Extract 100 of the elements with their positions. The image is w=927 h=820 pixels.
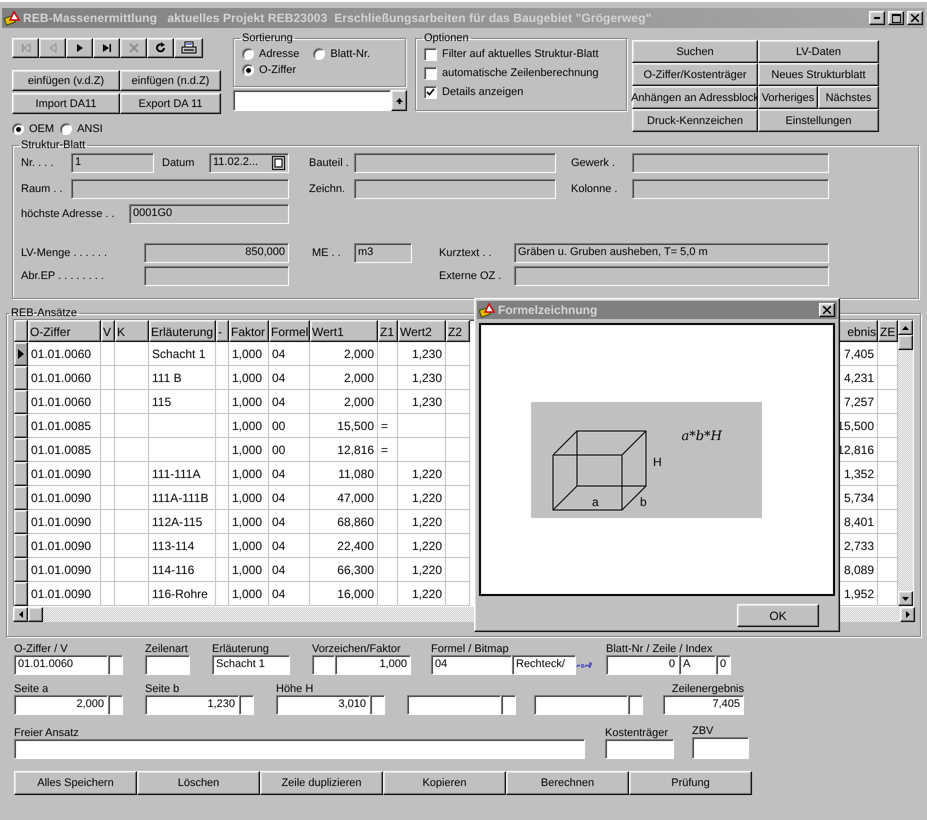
close-button[interactable] (819, 303, 835, 317)
row-header[interactable] (14, 534, 28, 558)
input-field[interactable]: 04 (431, 655, 512, 675)
footer-button[interactable]: Löschen (137, 771, 260, 795)
radio-button[interactable]: O-Ziffer (242, 62, 296, 78)
input-field[interactable] (632, 179, 829, 199)
column-header[interactable]: Wert2 (398, 320, 446, 342)
row-header[interactable] (14, 414, 28, 438)
row-header[interactable] (14, 462, 28, 486)
command-button[interactable]: O-Ziffer/Kostenträger (632, 63, 758, 86)
input-field[interactable]: 0 (716, 655, 731, 675)
input-field[interactable]: 1,230 (145, 695, 239, 715)
toolbar-button[interactable] (174, 38, 203, 58)
scroll-down-button[interactable] (898, 591, 913, 606)
toolbar-button[interactable] (66, 38, 93, 58)
footer-button[interactable]: Zeile duplizieren (260, 771, 383, 795)
row-header[interactable] (14, 486, 28, 510)
command-button[interactable]: Vorheriges (758, 86, 818, 109)
minimize-button[interactable] (869, 11, 885, 25)
scroll-left-button[interactable] (13, 607, 28, 622)
row-header[interactable] (14, 558, 28, 582)
input-field[interactable] (312, 655, 335, 675)
input-field[interactable]: Gräben u. Gruben ausheben, T= 5,0 m (514, 243, 829, 263)
column-header[interactable]: Faktor (229, 320, 269, 342)
combo-field[interactable] (233, 90, 391, 111)
input-field[interactable]: 0001G0 (129, 204, 289, 224)
input-field[interactable] (71, 179, 289, 199)
column-header[interactable]: K (115, 320, 149, 342)
footer-button[interactable]: Prüfung (629, 771, 752, 795)
close-button[interactable] (907, 11, 923, 25)
column-header[interactable]: - (216, 320, 229, 342)
row-header[interactable] (14, 390, 28, 414)
input-field[interactable] (534, 695, 628, 715)
input-field[interactable]: 850,000 (144, 243, 289, 263)
command-button[interactable]: Druck-Kennzeichen (632, 109, 758, 132)
action-button[interactable]: Import DA11 (12, 93, 120, 114)
input-field[interactable] (692, 737, 749, 759)
scroll-right-button[interactable] (900, 607, 915, 622)
input-field[interactable] (354, 179, 556, 199)
command-button[interactable]: Anhängen an Adressblock (632, 86, 758, 109)
input-field[interactable] (501, 695, 516, 715)
scroll-thumb[interactable] (28, 607, 43, 622)
radio-button[interactable]: OEM (12, 121, 54, 137)
input-field[interactable]: 0 (606, 655, 679, 675)
input-field[interactable]: m3 (354, 243, 412, 263)
command-button[interactable]: Einstellungen (758, 109, 879, 132)
input-field[interactable] (239, 695, 254, 715)
scroll-thumb[interactable] (898, 335, 913, 350)
command-button[interactable]: LV-Daten (758, 40, 879, 63)
input-field[interactable]: A (679, 655, 716, 675)
footer-button[interactable]: Kopieren (383, 771, 506, 795)
checkbox[interactable]: Details anzeigen (424, 84, 618, 100)
toolbar-button[interactable] (93, 38, 120, 58)
input-field[interactable] (108, 695, 123, 715)
input-field[interactable] (407, 695, 501, 715)
column-header[interactable]: Wert1 (310, 320, 378, 342)
input-field[interactable]: 1,000 (335, 655, 411, 675)
input-field[interactable]: Rechteck/ (512, 655, 576, 675)
row-header[interactable] (14, 510, 28, 534)
input-field[interactable] (108, 655, 123, 675)
input-field[interactable] (632, 153, 829, 173)
maximize-button[interactable] (888, 11, 904, 25)
command-button[interactable]: Nächstes (818, 86, 879, 109)
input-field[interactable]: 7,405 (663, 695, 744, 715)
input-field[interactable]: 2,000 (14, 695, 108, 715)
column-header[interactable]: Formel (269, 320, 310, 342)
action-button[interactable]: Export DA 11 (120, 93, 221, 114)
column-header[interactable]: V (101, 320, 115, 342)
column-header[interactable]: O-Ziffer (28, 320, 101, 342)
date-field[interactable]: 11.02.2... (209, 153, 289, 173)
radio-button[interactable]: Adresse (242, 46, 300, 62)
ok-button[interactable]: OK (737, 604, 819, 627)
radio-button[interactable]: ANSI (60, 121, 103, 137)
action-button[interactable]: einfügen (n.d.Z) (120, 70, 221, 91)
row-header[interactable] (14, 366, 28, 390)
input-field[interactable] (144, 266, 289, 286)
footer-button[interactable]: Alles Speichern (14, 771, 137, 795)
row-header[interactable] (14, 438, 28, 462)
input-field[interactable]: 01.01.0060 (14, 655, 108, 675)
command-button[interactable]: Neues Strukturblatt (758, 63, 879, 86)
input-field[interactable] (145, 655, 190, 675)
input-field[interactable] (605, 739, 674, 759)
input-field[interactable] (514, 266, 829, 286)
input-field[interactable] (354, 153, 556, 173)
command-button[interactable]: Suchen (632, 40, 758, 63)
action-button[interactable]: einfügen (v.d.Z) (12, 70, 120, 91)
column-header[interactable]: Z2 (446, 320, 470, 342)
scrollbar[interactable] (898, 320, 913, 606)
input-field[interactable] (370, 695, 385, 715)
column-header[interactable]: Erläuterung (149, 320, 216, 342)
input-field[interactable] (14, 739, 585, 759)
column-header[interactable]: ZE (878, 320, 898, 342)
footer-button[interactable]: Berechnen (506, 771, 629, 795)
row-header[interactable] (14, 342, 28, 366)
checkbox[interactable]: automatische Zeilenberechnung (424, 65, 618, 81)
input-field[interactable]: 3,010 (276, 695, 370, 715)
input-field[interactable] (628, 695, 643, 715)
input-field[interactable]: 1 (71, 153, 154, 173)
checkbox[interactable]: Filter auf aktuelles Struktur-Blatt (424, 46, 618, 62)
column-header[interactable]: Z1 (378, 320, 398, 342)
